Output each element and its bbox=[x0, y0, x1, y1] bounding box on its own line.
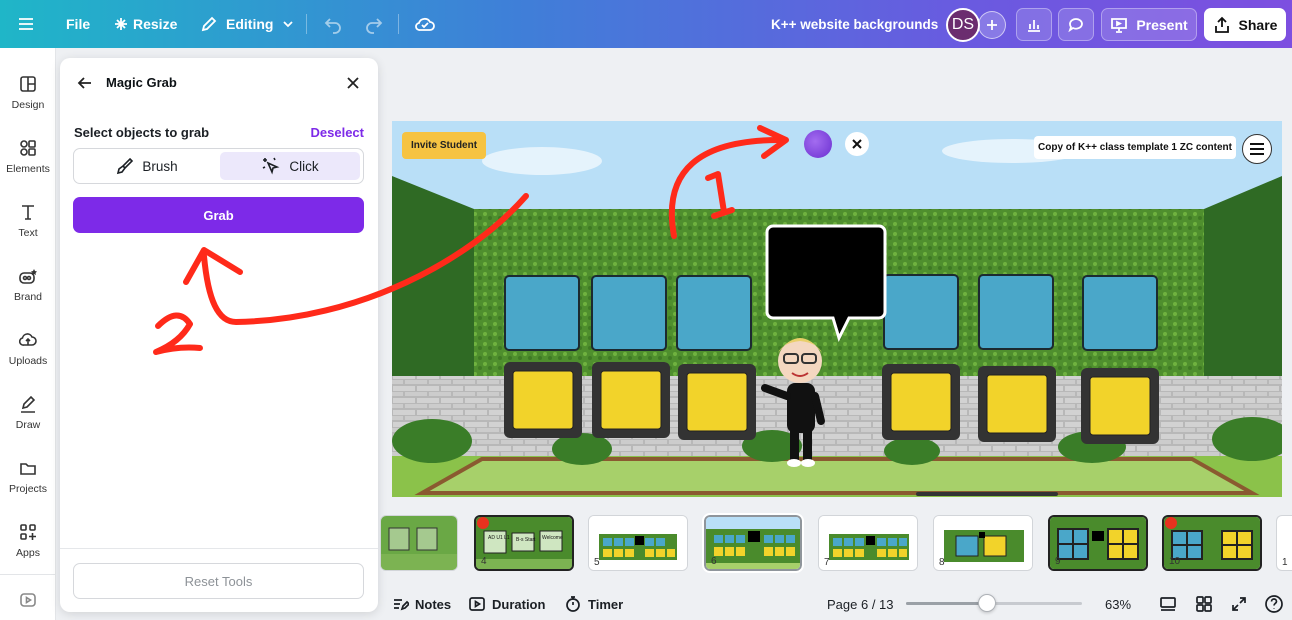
annotation-digit-two bbox=[153, 312, 203, 355]
help-button[interactable] bbox=[1264, 594, 1290, 614]
zoom-level[interactable]: 63% bbox=[1105, 594, 1131, 614]
notes-button[interactable]: Notes bbox=[391, 594, 451, 614]
thumbnail-number: 9 bbox=[1055, 556, 1061, 567]
annotation-arrow-two bbox=[201, 193, 529, 325]
grid-icon bbox=[1196, 596, 1212, 612]
page-view-icon bbox=[1160, 597, 1176, 611]
thumbnail-number: 5 bbox=[594, 557, 600, 568]
page-thumbnail-10[interactable]: 10 bbox=[1162, 515, 1262, 571]
duration-button[interactable]: Duration bbox=[468, 594, 545, 614]
thumbnail-note: Welcome bbox=[542, 535, 563, 541]
notes-label: Notes bbox=[415, 596, 452, 612]
thumbnail-number: 10 bbox=[1169, 556, 1181, 567]
zoom-slider-knob[interactable] bbox=[978, 594, 997, 612]
page-indicator[interactable]: Page 6 / 13 bbox=[827, 594, 894, 614]
thumbnail-note: AD U1 L1 bbox=[488, 535, 510, 541]
page-thumbnail-8[interactable]: 8 bbox=[933, 515, 1033, 571]
page-thumbnail-next[interactable]: 1 bbox=[1276, 515, 1292, 571]
annotation-arrow-two-head bbox=[183, 247, 243, 285]
grid-view-button[interactable] bbox=[1195, 594, 1219, 614]
page-thumbnail-4[interactable]: 4 AD U1 L1 B-s Start Welcome bbox=[474, 515, 574, 571]
timer-button[interactable]: Timer bbox=[564, 594, 623, 614]
notes-icon bbox=[394, 599, 409, 611]
page-thumbnail-5[interactable]: 5 bbox=[588, 515, 688, 571]
stopwatch-icon bbox=[566, 596, 580, 612]
fullscreen-button[interactable] bbox=[1230, 594, 1254, 614]
page-thumbnail-7[interactable]: 7 bbox=[818, 515, 918, 571]
play-box-icon bbox=[469, 597, 485, 611]
zoom-slider-fill bbox=[906, 602, 988, 605]
help-icon bbox=[1265, 595, 1283, 613]
page-thumbnail[interactable] bbox=[380, 515, 458, 571]
duration-label: Duration bbox=[492, 596, 546, 612]
annotation-digit-one bbox=[705, 171, 735, 219]
thumbnail-number: 6 bbox=[711, 556, 717, 567]
timer-label: Timer bbox=[588, 596, 624, 612]
page-view-button[interactable] bbox=[1159, 594, 1183, 614]
thumbnail-number: 4 bbox=[481, 556, 487, 567]
thumbnail-number: 1 bbox=[1282, 557, 1288, 568]
thumbnail-note: B-s Start bbox=[516, 537, 536, 543]
expand-icon bbox=[1232, 597, 1246, 611]
page-thumbnail-6[interactable]: 6 bbox=[702, 513, 804, 573]
page-thumbnail-9[interactable]: 9 bbox=[1048, 515, 1148, 571]
thumbnail-number: 7 bbox=[824, 557, 830, 568]
thumbnail-number: 8 bbox=[939, 557, 945, 568]
